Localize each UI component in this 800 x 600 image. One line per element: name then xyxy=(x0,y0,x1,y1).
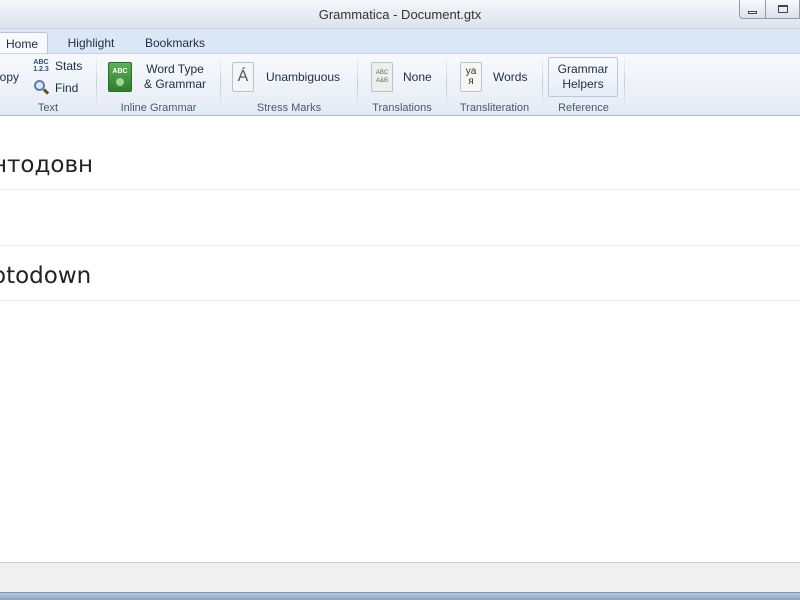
unambiguous-label: Unambiguous xyxy=(266,69,341,84)
translation-icon: ABC A&B xyxy=(371,62,393,92)
document-line[interactable] xyxy=(0,190,800,246)
stats-label: Stats xyxy=(55,58,83,73)
ribbon-tab-bar: Home Highlight Bookmarks xyxy=(0,29,800,53)
document-line-text: otodown xyxy=(0,263,92,289)
copy-label: Copy xyxy=(0,70,20,84)
ribbon: Copy ABC1.2.3 Stats Find Text ABC Word T… xyxy=(0,53,800,116)
grammar-helpers-button[interactable]: Grammar Helpers xyxy=(548,57,618,97)
window-controls xyxy=(739,0,800,20)
ribbon-group-translations: ABC A&B None Translations xyxy=(358,54,446,116)
document-line[interactable]: нтодовн xyxy=(0,134,800,190)
translations-none-label: None xyxy=(403,69,432,84)
document-line-text: нтодовн xyxy=(0,152,94,178)
title-bar: Grammatica - Document.gtx xyxy=(0,0,800,29)
search-icon xyxy=(33,80,50,96)
grammar-book-icon: ABC xyxy=(108,62,132,92)
transliteration-words-label: Words xyxy=(493,69,528,84)
taskbar xyxy=(0,592,800,600)
window-title: Grammatica - Document.gtx xyxy=(318,7,482,22)
transliteration-group-label: Transliteration xyxy=(459,102,530,114)
translations-none-button[interactable]: ABC A&B None xyxy=(371,62,432,92)
stats-button[interactable]: ABC 1.2.3 Stats xyxy=(33,58,82,74)
ribbon-group-reference: Grammar Helpers Reference xyxy=(543,54,624,116)
tab-highlight[interactable]: Highlight xyxy=(58,32,124,53)
transliteration-icon: ya я xyxy=(460,62,482,92)
transliteration-words-button[interactable]: ya я Words xyxy=(460,62,527,92)
word-type-label: Word Type xyxy=(146,62,204,76)
group-divider xyxy=(624,58,625,112)
stress-marks-group-label: Stress Marks xyxy=(256,102,322,114)
grammar-helpers-line2: Helpers xyxy=(562,77,604,91)
inline-grammar-group-label: Inline Grammar xyxy=(120,102,197,114)
stress-accent-icon: Á xyxy=(232,62,254,92)
text-group-label: Text xyxy=(37,102,59,114)
copy-button[interactable]: Copy xyxy=(0,70,19,85)
grammar-helpers-line1: Grammar xyxy=(557,62,609,76)
find-label: Find xyxy=(55,80,79,95)
document-line[interactable]: otodown xyxy=(0,245,800,301)
minimize-button[interactable] xyxy=(739,0,766,19)
find-button[interactable]: Find xyxy=(33,80,78,96)
translations-group-label: Translations xyxy=(372,102,432,114)
status-bar xyxy=(0,562,800,592)
minimize-icon xyxy=(748,10,757,14)
grammar-label: & Grammar xyxy=(144,77,207,91)
ribbon-group-stress-marks: Á Unambiguous Stress Marks xyxy=(221,54,357,116)
document-area[interactable]: нтодовн otodown xyxy=(0,116,800,562)
maximize-icon xyxy=(777,5,788,13)
tab-home[interactable]: Home xyxy=(0,32,48,53)
ribbon-group-transliteration: ya я Words Transliteration xyxy=(447,54,542,116)
ribbon-group-inline-grammar: ABC Word Type & Grammar Inline Grammar xyxy=(97,54,220,116)
reference-group-label: Reference xyxy=(558,102,609,114)
ribbon-group-text: Copy ABC1.2.3 Stats Find Text xyxy=(0,54,96,116)
word-type-grammar-button[interactable]: ABC Word Type & Grammar xyxy=(108,62,206,92)
unambiguous-button[interactable]: Á Unambiguous xyxy=(232,62,340,92)
stats-icon: ABC 1.2.3 xyxy=(33,59,49,73)
tab-bookmarks[interactable]: Bookmarks xyxy=(138,32,212,53)
maximize-button[interactable] xyxy=(766,0,800,19)
